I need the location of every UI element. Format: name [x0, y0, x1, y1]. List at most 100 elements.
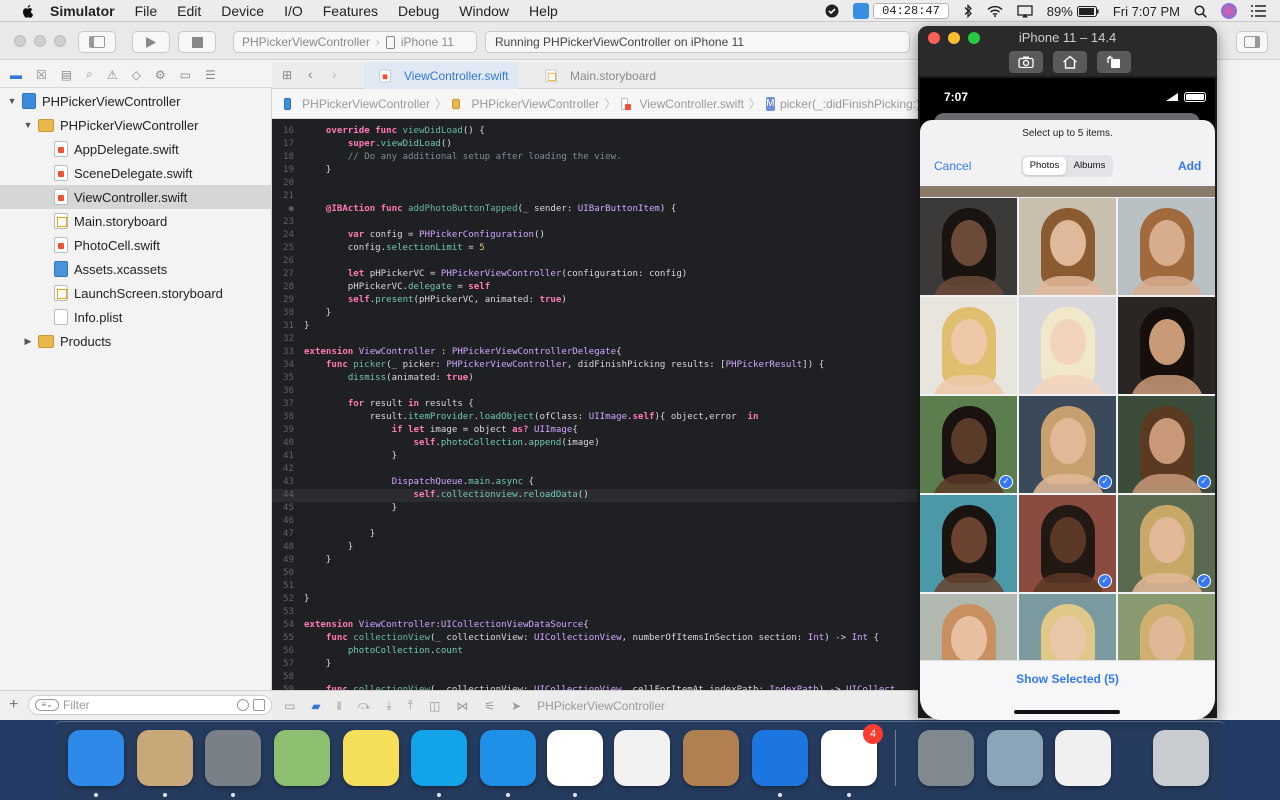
breakpoints-toggle-icon[interactable]: ▰: [311, 699, 320, 713]
navigator-item[interactable]: ▼ PHPickerViewController: [0, 89, 272, 113]
scm-filter-icon[interactable]: [253, 699, 265, 711]
debug-navigator-icon[interactable]: ⚙: [155, 68, 166, 82]
navigator-item[interactable]: LaunchScreen.storyboard: [0, 281, 272, 305]
navigator-item[interactable]: ▼ PHPickerViewController: [0, 113, 272, 137]
siri-icon[interactable]: [1221, 3, 1237, 19]
picker-add-button[interactable]: Add: [1178, 159, 1201, 173]
toggle-inspector-button[interactable]: [1236, 31, 1268, 53]
code-line[interactable]: 29 self.present(pHPickerVC, animated: tr…: [272, 294, 920, 307]
menu-clock[interactable]: Fri 7:07 PM: [1113, 4, 1180, 19]
code-line[interactable]: 48 }: [272, 541, 920, 554]
photo-thumbnail[interactable]: ✓: [920, 396, 1017, 493]
menu-features[interactable]: Features: [323, 3, 378, 19]
code-line[interactable]: 47 }: [272, 528, 920, 541]
photo-thumbnail[interactable]: [1019, 297, 1116, 394]
photo-thumbnail[interactable]: [1019, 594, 1116, 660]
pause-icon[interactable]: ‖: [337, 699, 342, 713]
photo-thumbnail[interactable]: [920, 198, 1017, 295]
environment-overrides-icon[interactable]: ⚟: [484, 699, 495, 713]
navigator-filter-input[interactable]: ≡⌄ Filter: [28, 695, 272, 715]
code-line[interactable]: 37 for result in results {: [272, 398, 920, 411]
code-line[interactable]: 36: [272, 385, 920, 398]
dock-app-maps[interactable]: [274, 730, 330, 786]
menu-help[interactable]: Help: [529, 3, 558, 19]
code-line[interactable]: 40 self.photoCollection.append(image): [272, 437, 920, 450]
code-line[interactable]: 35 dismiss(animated: true): [272, 372, 920, 385]
navigator-item[interactable]: AppDelegate.swift: [0, 137, 272, 161]
code-line[interactable]: 52}: [272, 593, 920, 606]
report-navigator-icon[interactable]: ☰: [205, 68, 216, 82]
photo-thumbnail[interactable]: ✓: [1019, 495, 1116, 592]
menu-io[interactable]: I/O: [284, 3, 303, 19]
code-line[interactable]: 54 extension ViewController:UICollectionV…: [272, 619, 920, 632]
tab-viewcontroller-swift[interactable]: ViewController.swift: [364, 62, 518, 89]
code-line[interactable]: 58: [272, 671, 920, 684]
run-button[interactable]: [132, 31, 170, 53]
battery-status[interactable]: 89%: [1047, 4, 1099, 19]
step-into-icon[interactable]: ⤓: [386, 698, 391, 713]
apple-menu-icon[interactable]: [20, 3, 36, 19]
disclosure-triangle-icon[interactable]: ▼: [6, 96, 18, 106]
code-line[interactable]: 49 }: [272, 554, 920, 567]
dock-app-chrome[interactable]: [547, 730, 603, 786]
window-close-button[interactable]: [14, 35, 26, 47]
code-line[interactable]: 56 photoCollection.count: [272, 645, 920, 658]
dock-app-system-preferences[interactable]: [918, 730, 974, 786]
jump-group[interactable]: PHPickerViewController: [471, 97, 599, 111]
dock-app-finder[interactable]: [68, 730, 124, 786]
menu-window[interactable]: Window: [459, 3, 509, 19]
toggle-navigator-button[interactable]: [78, 31, 116, 53]
home-button[interactable]: [1053, 51, 1087, 73]
code-line[interactable]: 31}: [272, 320, 920, 333]
picker-cancel-button[interactable]: Cancel: [934, 159, 971, 173]
menu-app-name[interactable]: Simulator: [50, 3, 115, 19]
segment-photos[interactable]: Photos: [1023, 157, 1066, 175]
tab-main-storyboard[interactable]: Main.storyboard: [530, 62, 670, 89]
symbol-navigator-icon[interactable]: ▤: [61, 68, 72, 82]
photo-thumbnail[interactable]: [1118, 594, 1215, 660]
code-line[interactable]: 18 // Do any additional setup after load…: [272, 151, 920, 164]
navigator-item[interactable]: SceneDelegate.swift: [0, 161, 272, 185]
photo-thumbnail[interactable]: [920, 495, 1017, 592]
rotate-button[interactable]: [1097, 51, 1131, 73]
forward-arrow-icon[interactable]: ›: [332, 66, 337, 82]
timer-widget[interactable]: 04:28:47: [853, 3, 949, 19]
photo-thumbnail[interactable]: ✓: [1118, 396, 1215, 493]
step-over-icon[interactable]: ⤼: [358, 698, 371, 713]
hide-debug-area-icon[interactable]: ▭: [284, 699, 295, 713]
spotlight-search-icon[interactable]: [1194, 4, 1207, 18]
photo-thumbnail[interactable]: ✓: [1118, 495, 1215, 592]
dock-app-notes[interactable]: [343, 730, 399, 786]
dock-app-xcode[interactable]: [480, 730, 536, 786]
dock-app-skype[interactable]: [411, 730, 467, 786]
navigator-item[interactable]: Assets.xcassets: [0, 257, 272, 281]
code-line[interactable]: 30 }: [272, 307, 920, 320]
airplay-icon[interactable]: [1017, 4, 1033, 18]
navigator-item[interactable]: Main.storyboard: [0, 209, 272, 233]
code-line[interactable]: 44 self.collectionview.reloadData(): [272, 489, 920, 502]
view-debugger-icon[interactable]: ◫: [429, 699, 440, 713]
source-editor[interactable]: 16 override func viewDidLoad() {17 super…: [272, 119, 920, 690]
dock-app-trash[interactable]: [1153, 730, 1209, 786]
code-line[interactable]: 16 override func viewDidLoad() {: [272, 125, 920, 138]
code-line[interactable]: 51: [272, 580, 920, 593]
photo-thumbnail[interactable]: [920, 594, 1017, 660]
wifi-icon[interactable]: [987, 5, 1003, 17]
code-line[interactable]: 33 extension ViewController : PHPickerVie…: [272, 346, 920, 359]
dock-app-preview[interactable]: [137, 730, 193, 786]
dock-app-launchpad[interactable]: [205, 730, 261, 786]
code-line[interactable]: 28 pHPickerVC.delegate = self: [272, 281, 920, 294]
back-arrow-icon[interactable]: ‹: [308, 66, 313, 82]
window-minimize-button[interactable]: [34, 35, 46, 47]
project-navigator-icon[interactable]: ▬: [10, 68, 22, 82]
photo-thumbnail[interactable]: [920, 297, 1017, 394]
menu-edit[interactable]: Edit: [177, 3, 201, 19]
photo-thumbnail[interactable]: [1118, 297, 1215, 394]
code-line[interactable]: 39 if let image = object as? UIImage{: [272, 424, 920, 437]
screenshot-button[interactable]: [1009, 51, 1043, 73]
code-line[interactable]: 45 }: [272, 502, 920, 515]
breakpoint-navigator-icon[interactable]: ▭: [180, 68, 191, 82]
location-icon[interactable]: ➤: [511, 699, 521, 713]
code-line[interactable]: 25 config.selectionLimit = 5: [272, 242, 920, 255]
menu-debug[interactable]: Debug: [398, 3, 439, 19]
